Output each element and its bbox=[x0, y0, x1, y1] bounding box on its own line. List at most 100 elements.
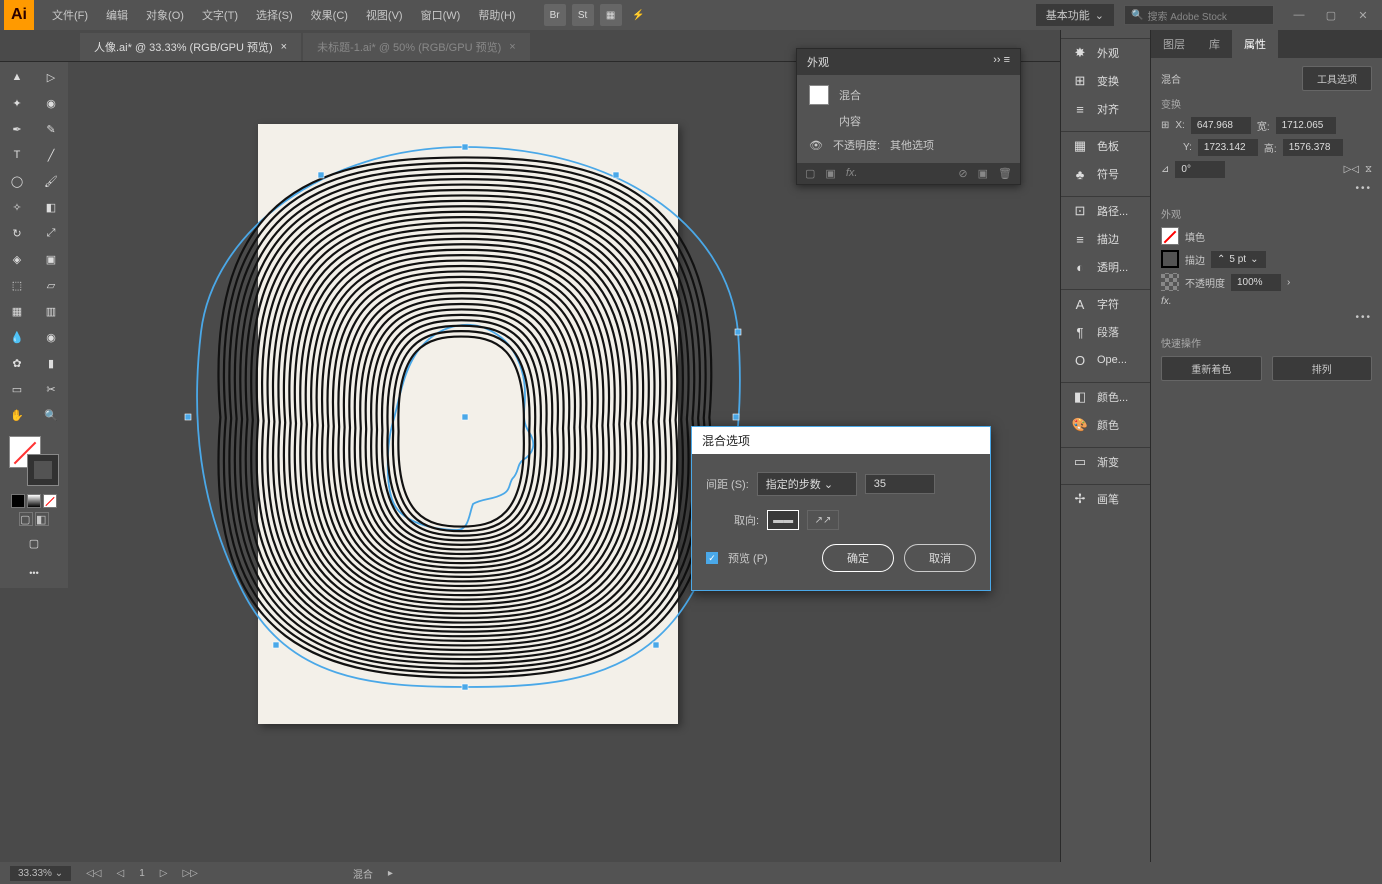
panel-strip-描边[interactable]: ≡描边 bbox=[1061, 225, 1150, 253]
more-transform-icon[interactable]: ••• bbox=[1355, 183, 1372, 194]
h-input[interactable] bbox=[1283, 139, 1343, 156]
opacity-swatch[interactable] bbox=[1161, 273, 1179, 291]
orient-align-path[interactable]: ↗↗ bbox=[807, 510, 839, 530]
x-input[interactable] bbox=[1191, 117, 1251, 134]
opacity-input[interactable]: 100% bbox=[1231, 274, 1281, 291]
magic-wand-tool[interactable]: ✦ bbox=[0, 90, 34, 116]
reference-point-icon[interactable]: ⊞ bbox=[1161, 120, 1169, 131]
arrange-docs-icon[interactable]: ▦ bbox=[600, 4, 622, 26]
eyedropper-tool[interactable]: 💧 bbox=[0, 324, 34, 350]
stock-icon[interactable]: St bbox=[572, 4, 594, 26]
minimize-button[interactable]: — bbox=[1284, 3, 1314, 27]
doc-tab-2[interactable]: 未标题-1.ai* @ 50% (RGB/GPU 预览) × bbox=[303, 33, 530, 61]
panel-strip-色板[interactable]: ▦色板 bbox=[1061, 132, 1150, 160]
panel-strip-渐变[interactable]: ▭渐变 bbox=[1061, 448, 1150, 476]
menu-type[interactable]: 文字(T) bbox=[194, 3, 246, 27]
add-stroke-icon[interactable]: ▢ bbox=[805, 167, 815, 180]
nav-next-icon[interactable]: ▷ bbox=[160, 868, 168, 879]
menu-window[interactable]: 窗口(W) bbox=[413, 3, 469, 27]
drawing-mode-behind[interactable]: ◧ bbox=[35, 512, 49, 526]
close-tab-icon[interactable]: × bbox=[281, 41, 287, 53]
type-tool[interactable]: T bbox=[0, 142, 34, 168]
search-stock-input[interactable]: 🔍 搜索 Adobe Stock bbox=[1124, 5, 1274, 25]
panel-strip-外观[interactable]: ✸外观 bbox=[1061, 39, 1150, 67]
panel-strip-颜色...[interactable]: ◧颜色... bbox=[1061, 383, 1150, 411]
line-tool[interactable]: ╱ bbox=[34, 142, 68, 168]
visibility-icon[interactable]: 👁 bbox=[809, 139, 823, 152]
duplicate-icon[interactable]: ▣ bbox=[978, 167, 988, 180]
mesh-tool[interactable]: ▦ bbox=[0, 298, 34, 324]
panel-strip-对齐[interactable]: ≡对齐 bbox=[1061, 95, 1150, 123]
clear-icon[interactable]: ⊘ bbox=[958, 167, 967, 180]
panel-strip-变换[interactable]: ⊞变换 bbox=[1061, 67, 1150, 95]
tab-layers[interactable]: 图层 bbox=[1151, 30, 1197, 58]
preview-checkbox[interactable]: ✓ bbox=[706, 552, 718, 564]
none-swatch[interactable] bbox=[43, 494, 57, 508]
cancel-button[interactable]: 取消 bbox=[904, 544, 976, 572]
maximize-button[interactable]: ▢ bbox=[1316, 3, 1346, 27]
scale-tool[interactable]: ⤢ bbox=[34, 220, 68, 246]
spacing-mode-select[interactable]: 指定的步数 ⌄ bbox=[757, 472, 857, 496]
symbol-sprayer-tool[interactable]: ✿ bbox=[0, 350, 34, 376]
direct-selection-tool[interactable]: ▷ bbox=[34, 64, 68, 90]
nav-last-icon[interactable]: ▷▷ bbox=[182, 868, 197, 879]
slice-tool[interactable]: ✂ bbox=[34, 376, 68, 402]
panel-strip-颜色[interactable]: 🎨颜色 bbox=[1061, 411, 1150, 439]
blend-tool[interactable]: ◉ bbox=[34, 324, 68, 350]
appearance-panel[interactable]: 外观 ›› ≡ 混合 内容 👁不透明度:其他选项 ▢ ▣ fx. ⊘ ▣ 🗑 bbox=[796, 48, 1021, 185]
rotate-input[interactable] bbox=[1175, 161, 1225, 178]
orient-align-page[interactable]: ▬▬ bbox=[767, 510, 799, 530]
tab-libraries[interactable]: 库 bbox=[1197, 30, 1232, 58]
w-input[interactable] bbox=[1276, 117, 1336, 134]
gradient-tool[interactable]: ▥ bbox=[34, 298, 68, 324]
spacing-value-input[interactable] bbox=[865, 474, 935, 494]
black-swatch[interactable] bbox=[11, 494, 25, 508]
status-menu-icon[interactable]: ▸ bbox=[388, 868, 393, 879]
opacity-value[interactable]: 其他选项 bbox=[890, 137, 934, 153]
eraser-tool[interactable]: ◧ bbox=[34, 194, 68, 220]
add-fill-icon[interactable]: ▣ bbox=[825, 167, 835, 180]
free-transform-tool[interactable]: ▣ bbox=[34, 246, 68, 272]
lasso-tool[interactable]: ◉ bbox=[34, 90, 68, 116]
blend-artwork[interactable] bbox=[173, 132, 758, 702]
gpu-toggle-icon[interactable]: ⚡ bbox=[628, 4, 650, 26]
stroke-swatch[interactable] bbox=[27, 454, 59, 486]
arrange-button[interactable]: 排列 bbox=[1272, 356, 1373, 381]
y-input[interactable] bbox=[1198, 139, 1258, 156]
panel-strip-符号[interactable]: ♣符号 bbox=[1061, 160, 1150, 188]
curvature-tool[interactable]: ✎ bbox=[34, 116, 68, 142]
gradient-swatch[interactable] bbox=[27, 494, 41, 508]
shape-builder-tool[interactable]: ⬚ bbox=[0, 272, 34, 298]
drawing-mode-normal[interactable]: ▢ bbox=[19, 512, 33, 526]
screen-mode-button[interactable]: ▢ bbox=[17, 530, 51, 556]
close-tab-icon[interactable]: × bbox=[509, 41, 515, 53]
edit-toolbar-button[interactable]: ••• bbox=[17, 560, 51, 586]
panel-strip-画笔[interactable]: ✢画笔 bbox=[1061, 485, 1150, 513]
fx-icon[interactable]: fx. bbox=[1161, 296, 1172, 307]
panel-strip-段落[interactable]: ¶段落 bbox=[1061, 318, 1150, 346]
zoom-level-select[interactable]: 33.33% ⌄ bbox=[10, 866, 71, 881]
ellipse-tool[interactable]: ◯ bbox=[0, 168, 34, 194]
ok-button[interactable]: 确定 bbox=[822, 544, 894, 572]
rotate-tool[interactable]: ↻ bbox=[0, 220, 34, 246]
delete-icon[interactable]: 🗑 bbox=[998, 167, 1012, 180]
selection-tool[interactable]: ▲ bbox=[0, 64, 34, 90]
brush-tool[interactable]: 🖌 bbox=[34, 168, 68, 194]
stroke-weight-input[interactable]: ⌃ 5 pt ⌄ bbox=[1211, 251, 1266, 268]
blend-swatch[interactable] bbox=[809, 85, 829, 105]
fill-swatch-prop[interactable] bbox=[1161, 227, 1179, 245]
flip-v-icon[interactable]: ⧖ bbox=[1365, 164, 1372, 175]
more-appearance-icon[interactable]: ••• bbox=[1355, 312, 1372, 323]
stroke-swatch-prop[interactable] bbox=[1161, 250, 1179, 268]
workspace-selector[interactable]: 基本功能 ⌄ bbox=[1036, 4, 1114, 26]
bridge-icon[interactable]: Br bbox=[544, 4, 566, 26]
menu-view[interactable]: 视图(V) bbox=[358, 3, 411, 27]
recolor-button[interactable]: 重新着色 bbox=[1161, 356, 1262, 381]
fill-stroke-swatch[interactable] bbox=[9, 436, 59, 486]
panel-strip-透明...[interactable]: ◐透明... bbox=[1061, 253, 1150, 281]
nav-prev-icon[interactable]: ◁ bbox=[116, 868, 124, 879]
artboard-tool[interactable]: ▭ bbox=[0, 376, 34, 402]
menu-edit[interactable]: 编辑 bbox=[98, 3, 136, 27]
tool-options-button[interactable]: 工具选项 bbox=[1302, 66, 1372, 91]
tab-properties[interactable]: 属性 bbox=[1232, 30, 1278, 58]
